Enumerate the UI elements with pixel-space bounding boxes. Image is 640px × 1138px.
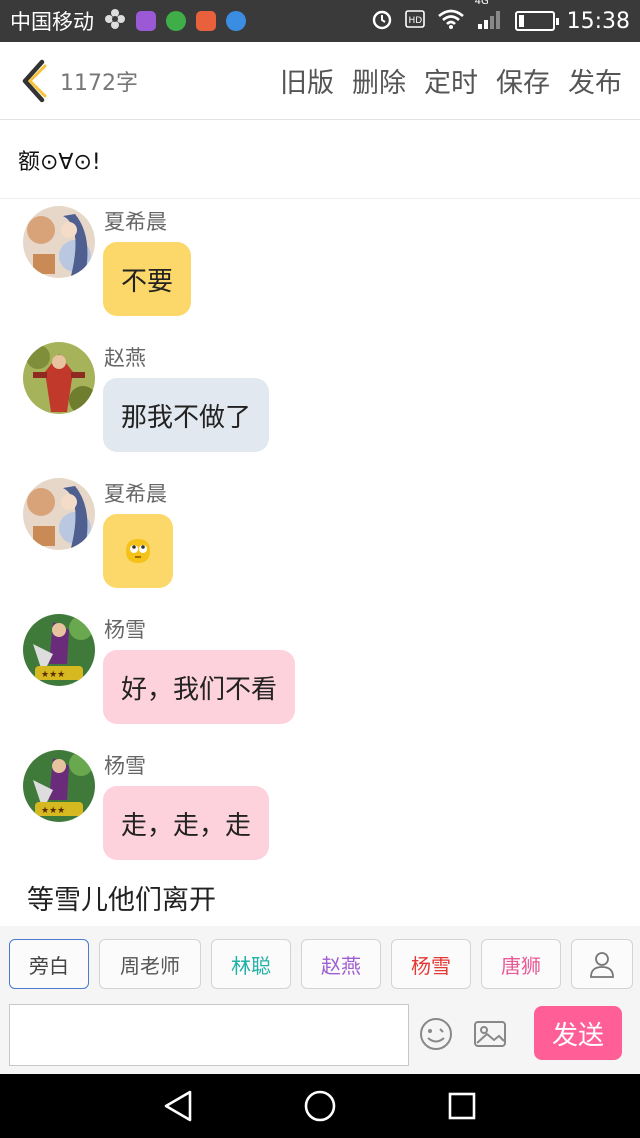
avatar[interactable]: ★★★ [23,614,95,686]
role-chip-yang-xue[interactable]: 杨雪 [391,939,471,989]
alarm-icon [371,8,393,35]
back-button[interactable] [18,56,52,106]
svg-text:★★★: ★★★ [41,670,65,680]
app-purple-icon [136,11,156,31]
sender-name: 杨雪 [104,754,146,778]
status-bar: 中国移动 HD 4G 15:38 [0,0,640,42]
svg-text:HD: HD [408,16,422,26]
composer: 发送 [0,1002,640,1074]
avatar[interactable] [23,342,95,414]
clock: 15:38 [566,8,630,34]
schedule-button[interactable]: 定时 [424,61,478,100]
flower-icon [104,8,126,35]
narration-text[interactable]: 等雪儿他们离开 [27,878,216,917]
send-button[interactable]: 发送 [534,1006,622,1060]
wifi-icon [437,8,465,35]
message-bubble[interactable]: 走，走，走 [103,786,270,860]
app-blue-icon [226,11,246,31]
nav-back-button[interactable] [160,1088,196,1124]
story-title[interactable]: 额⊙∀⊙! [0,121,640,199]
role-chip-narrator[interactable]: 旁白 [9,939,89,989]
app-green-icon [166,11,186,31]
signal-icon: 4G [475,0,503,35]
image-button[interactable] [472,1016,508,1052]
avatar[interactable]: ★★★ [23,750,95,822]
message-bubble[interactable]: 那我不做了 [103,378,270,452]
carrier-label: 中国移动 [10,10,94,34]
app-orange-icon [196,11,216,31]
chevron-left-icon [22,59,47,102]
message-input[interactable] [9,1004,409,1066]
delete-button[interactable]: 删除 [352,61,406,100]
role-selector: 旁白 周老师 林聪 赵燕 杨雪 唐狮 [0,926,640,1002]
header-actions: 旧版 删除 定时 保存 发布 [280,61,622,100]
square-recents-icon [448,1092,476,1120]
old-version-button[interactable]: 旧版 [280,61,334,100]
role-chip-tang-shi[interactable]: 唐狮 [481,939,561,989]
message-bubble[interactable]: 不要 [103,242,192,316]
role-chip-teacher-zhou[interactable]: 周老师 [99,939,201,989]
sender-name: 夏希晨 [104,482,167,506]
sender-name: 杨雪 [104,618,146,642]
image-icon [474,1021,506,1047]
nav-recents-button[interactable] [444,1088,480,1124]
avatar[interactable] [23,206,95,278]
role-chip-zhao-yan[interactable]: 赵燕 [301,939,381,989]
message-list[interactable]: 夏希晨 不要 赵燕 那我不做了 夏希晨 ★★★ 杨雪 好，我们不看 ★★★ 杨雪… [0,200,640,926]
save-button[interactable]: 保存 [496,61,550,100]
role-chip-lin-cong[interactable]: 林聪 [211,939,291,989]
publish-button[interactable]: 发布 [568,61,622,100]
svg-text:★★★: ★★★ [41,806,65,816]
message-bubble[interactable] [103,514,173,588]
circle-home-icon [304,1090,336,1122]
nav-home-button[interactable] [302,1088,338,1124]
avatar[interactable] [23,478,95,550]
sender-name: 夏希晨 [104,210,167,234]
triangle-back-icon [164,1090,192,1122]
system-navigation-bar [0,1074,640,1138]
user-icon [590,952,614,978]
add-role-button[interactable] [571,939,633,989]
editor-header: 1172字 旧版 删除 定时 保存 发布 [0,42,640,120]
message-bubble[interactable]: 好，我们不看 [103,650,296,724]
network-type-label: 4G [474,0,489,7]
hd-icon: HD [404,9,425,33]
emoji-button[interactable] [418,1016,454,1052]
sender-name: 赵燕 [104,346,146,370]
battery-icon [514,11,559,31]
word-count: 1172字 [60,70,138,96]
smiley-icon [420,1018,452,1050]
rolling-eyes-emoji-icon [126,539,150,563]
